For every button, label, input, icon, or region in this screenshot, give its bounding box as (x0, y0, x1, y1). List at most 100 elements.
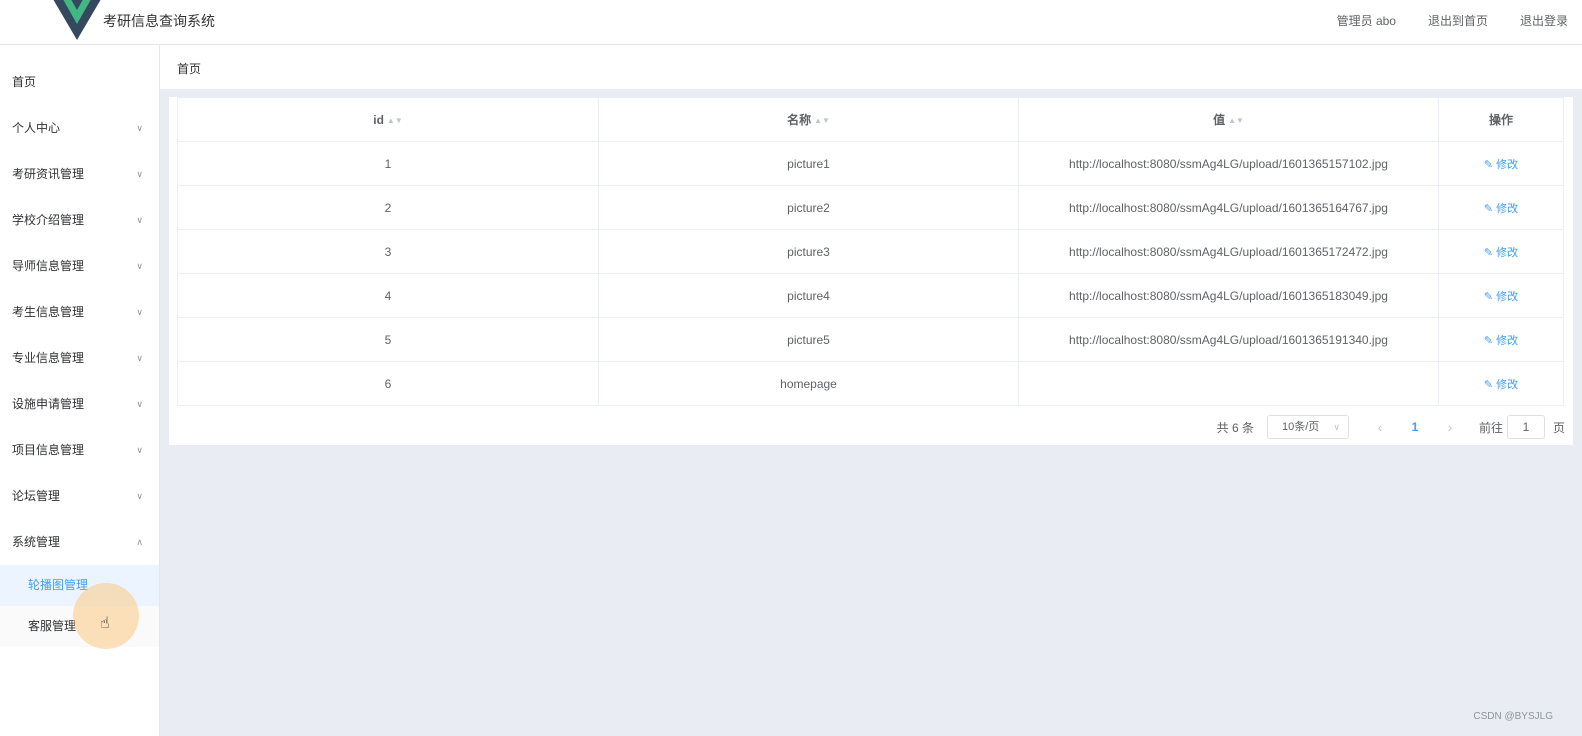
column-header-value[interactable]: 值 ▲▼ (1018, 97, 1439, 142)
breadcrumb[interactable]: 首页 (177, 60, 201, 77)
sidebar-item-student-info[interactable]: 考生信息管理 ∨ (0, 289, 159, 335)
cell-value: http://localhost:8080/ssmAg4LG/upload/16… (1018, 141, 1439, 186)
system-submenu: 轮播图管理 客服管理 (0, 565, 159, 647)
sidebar-item-label: 系统管理 (12, 535, 61, 549)
edit-label: 修改 (1496, 158, 1519, 171)
cell-value: http://localhost:8080/ssmAg4LG/upload/16… (1018, 273, 1439, 318)
sidebar-item-home[interactable]: 首页 (0, 59, 159, 105)
page-number-current[interactable]: 1 (1401, 420, 1429, 434)
chevron-down-icon: ∨ (136, 307, 143, 317)
sidebar-item-system[interactable]: 系统管理 ∧ (0, 519, 159, 565)
header-actions: 管理员 abo 退出到首页 退出登录 (1337, 12, 1582, 29)
column-header-name[interactable]: 名称 ▲▼ (598, 97, 1019, 142)
cell-id: 2 (177, 185, 599, 230)
sidebar-item-school-intro[interactable]: 学校介绍管理 ∨ (0, 197, 159, 243)
table-row: 2 picture2 http://localhost:8080/ssmAg4L… (177, 185, 1564, 230)
cell-value: http://localhost:8080/ssmAg4LG/upload/16… (1018, 317, 1439, 362)
column-header-id[interactable]: id ▲▼ (177, 97, 599, 142)
edit-icon: ✎ (1483, 334, 1494, 347)
cell-actions: ✎ 修改 (1438, 229, 1564, 274)
table-row: 6 homepage ✎ 修改 (177, 361, 1564, 406)
watermark: CSDN @BYSJLG (1473, 711, 1553, 722)
goto-page-input[interactable]: 1 (1506, 415, 1545, 439)
cell-id: 6 (177, 361, 599, 406)
table-row: 4 picture4 http://localhost:8080/ssmAg4L… (177, 273, 1564, 318)
edit-label: 修改 (1496, 334, 1519, 347)
sort-icon[interactable]: ▲▼ (814, 116, 830, 125)
page-size-value: 10条/页 (1281, 421, 1320, 433)
edit-label: 修改 (1496, 378, 1519, 391)
edit-button[interactable]: ✎ 修改 (1484, 335, 1518, 347)
chevron-down-icon: ∨ (1333, 422, 1340, 432)
table-row: 5 picture5 http://localhost:8080/ssmAg4L… (177, 317, 1564, 362)
edit-icon: ✎ (1483, 202, 1494, 215)
chevron-down-icon: ∨ (136, 491, 143, 501)
chevron-down-icon: ∨ (136, 215, 143, 225)
edit-icon: ✎ (1483, 246, 1494, 259)
cell-id: 1 (177, 141, 599, 186)
column-header-label: 名称 (787, 113, 812, 127)
pagination: 共 6 条 10条/页 ∨ ‹ 1 › 前往 1 页 (1217, 415, 1573, 439)
sidebar-item-major-info[interactable]: 专业信息管理 ∨ (0, 335, 159, 381)
sort-icon[interactable]: ▲▼ (1228, 116, 1244, 125)
app-title: 考研信息查询系统 (103, 13, 215, 29)
column-header-label: 值 (1213, 113, 1226, 127)
pagination-total: 共 6 条 (1216, 420, 1254, 435)
next-page-button[interactable]: › (1437, 419, 1463, 435)
column-header-label: id (373, 112, 384, 127)
cell-name: picture2 (598, 185, 1019, 230)
edit-icon: ✎ (1483, 378, 1494, 391)
sidebar-subitem-carousel[interactable]: 轮播图管理 (0, 565, 159, 606)
data-table: id ▲▼ 名称 ▲▼ 值 ▲▼ 操作 1 picture1 http://local… (177, 97, 1564, 406)
sort-icon[interactable]: ▲▼ (387, 116, 403, 125)
cell-actions: ✎ 修改 (1438, 141, 1564, 186)
cell-actions: ✎ 修改 (1438, 361, 1564, 406)
edit-button[interactable]: ✎ 修改 (1484, 159, 1518, 171)
edit-button[interactable]: ✎ 修改 (1484, 247, 1518, 259)
chevron-up-icon: ∧ (136, 537, 143, 547)
cell-name: picture4 (598, 273, 1019, 318)
sidebar-item-label: 专业信息管理 (12, 351, 85, 365)
user-label: 管理员 abo (1336, 14, 1396, 28)
column-header-label: 操作 (1488, 113, 1513, 127)
sidebar-item-exam-news[interactable]: 考研资讯管理 ∨ (0, 151, 159, 197)
cell-actions: ✎ 修改 (1438, 273, 1564, 318)
edit-button[interactable]: ✎ 修改 (1484, 291, 1518, 303)
breadcrumb-bar: 首页 (160, 45, 1582, 89)
sidebar-item-tutor-info[interactable]: 导师信息管理 ∨ (0, 243, 159, 289)
cell-name: picture3 (598, 229, 1019, 274)
sidebar-item-label: 论坛管理 (12, 489, 61, 503)
edit-button[interactable]: ✎ 修改 (1484, 379, 1518, 391)
chevron-down-icon: ∨ (136, 399, 143, 409)
sidebar-subitem-customer-service[interactable]: 客服管理 (0, 606, 159, 647)
cell-value: http://localhost:8080/ssmAg4LG/upload/16… (1018, 185, 1439, 230)
main-content: 首页 id ▲▼ 名称 ▲▼ 值 ▲▼ 操作 1 picture1 http://lo… (160, 45, 1582, 736)
chevron-down-icon: ∨ (136, 353, 143, 363)
page-size-select[interactable]: 10条/页 ∨ (1266, 415, 1349, 439)
sidebar-item-label: 设施申请管理 (12, 397, 85, 411)
sidebar-item-label: 导师信息管理 (12, 259, 85, 273)
chevron-down-icon: ∨ (136, 123, 143, 133)
sidebar-item-label: 项目信息管理 (12, 443, 85, 457)
cell-name: picture5 (598, 317, 1019, 362)
edit-button[interactable]: ✎ 修改 (1484, 203, 1518, 215)
edit-label: 修改 (1496, 202, 1519, 215)
sidebar-item-label: 个人中心 (12, 121, 61, 135)
prev-page-button[interactable]: ‹ (1367, 419, 1393, 435)
edit-icon: ✎ (1483, 290, 1494, 303)
exit-to-home-link[interactable]: 退出到首页 (1428, 12, 1488, 29)
column-header-actions: 操作 (1438, 97, 1564, 142)
sidebar-item-forum[interactable]: 论坛管理 ∨ (0, 473, 159, 519)
cell-value: http://localhost:8080/ssmAg4LG/upload/16… (1018, 229, 1439, 274)
top-header: 考研信息查询系统 管理员 abo 退出到首页 退出登录 (0, 0, 1582, 45)
cell-actions: ✎ 修改 (1438, 185, 1564, 230)
logout-link[interactable]: 退出登录 (1520, 12, 1568, 29)
sidebar-item-personal-center[interactable]: 个人中心 ∨ (0, 105, 159, 151)
table-card: id ▲▼ 名称 ▲▼ 值 ▲▼ 操作 1 picture1 http://local… (169, 97, 1573, 445)
sidebar-item-project-info[interactable]: 项目信息管理 ∨ (0, 427, 159, 473)
sidebar-item-facility-apply[interactable]: 设施申请管理 ∨ (0, 381, 159, 427)
cell-id: 5 (177, 317, 599, 362)
sidebar-item-label: 考生信息管理 (12, 305, 85, 319)
cell-id: 3 (177, 229, 599, 274)
chevron-down-icon: ∨ (136, 445, 143, 455)
